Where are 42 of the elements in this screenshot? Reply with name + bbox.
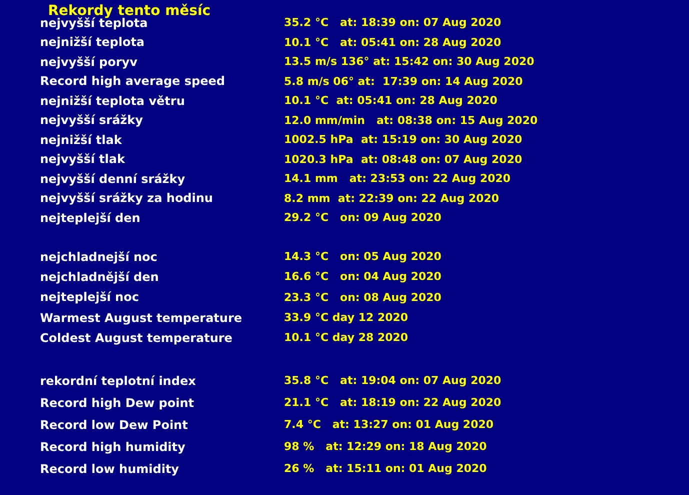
record-value: 13.5 m/s 136° at: 15:42 on: 30 Aug 2020 [284,55,536,68]
page-title: Rekordy tento měsíc [48,3,212,19]
record-value: 14.1 mm at: 23:53 on: 22 Aug 2020 [284,172,512,186]
record-value: 26 % at: 15:11 on: 01 Aug 2020 [284,462,488,476]
record-label: Record high Dew point [40,396,195,410]
record-label: nejvyšší srážky za hodinu [40,191,214,206]
record-value: 29.2 °C on: 09 Aug 2020 [284,211,442,224]
record-label: Record low Dew Point [40,418,189,432]
record-value: 10.1 °C at: 05:41 on: 28 Aug 2020 [284,94,498,108]
record-label: nejvyšší tlak [40,152,126,166]
record-label: nejvyšší denní srážky [40,172,186,186]
record-label: nejchladnejší noc [40,250,158,264]
record-label: nejteplejší den [40,210,142,225]
record-value: 8.2 mm at: 22:39 on: 22 Aug 2020 [284,192,500,205]
record-value: 7.4 °C at: 13:27 on: 01 Aug 2020 [284,418,495,432]
record-label: Warmest August temperature [40,310,244,325]
record-label: nejnižší tlak [40,132,123,147]
record-value: 1002.5 hPa at: 15:19 on: 30 Aug 2020 [284,133,524,146]
record-value: 10.1 °C day 28 2020 [284,331,410,344]
record-value: 35.2 °C at: 18:39 on: 07 Aug 2020 [284,16,502,30]
record-value: 14.3 °C on: 05 Aug 2020 [284,250,442,264]
record-value: 21.1 °C at: 18:19 on: 22 Aug 2020 [284,396,502,410]
record-value: 98 % at: 12:29 on: 18 Aug 2020 [284,440,488,454]
record-label: nejchladnější den [40,270,160,284]
record-label: nejteplejší noc [40,290,140,304]
record-label: nejvyšší srážky [40,113,144,128]
record-label: nejvyšší poryv [40,54,138,69]
record-value: 12.0 mm/min at: 08:38 on: 15 Aug 2020 [284,114,539,127]
record-label: nejnižší teplota větru [40,94,186,108]
record-value: 23.3 °C on: 08 Aug 2020 [284,290,442,304]
record-label: Coldest August temperature [40,330,234,345]
record-label: rekordní teplotní index [40,374,197,388]
record-value: 33.9 °C day 12 2020 [284,311,410,324]
record-value: 35.8 °C at: 19:04 on: 07 Aug 2020 [284,374,502,388]
record-value: 10.1 °C at: 05:41 on: 28 Aug 2020 [284,36,502,49]
record-label: nejnižší teplota [40,35,146,50]
record-value: 1020.3 hPa at: 08:48 on: 07 Aug 2020 [284,152,524,166]
record-label: Record high humidity [40,440,186,454]
record-value: 5.8 m/s 06° at: 17:39 on: 14 Aug 2020 [284,74,524,88]
record-value: 16.6 °C on: 04 Aug 2020 [284,270,442,284]
record-label: Record low humidity [40,462,180,476]
record-label: Record high average speed [40,74,226,88]
